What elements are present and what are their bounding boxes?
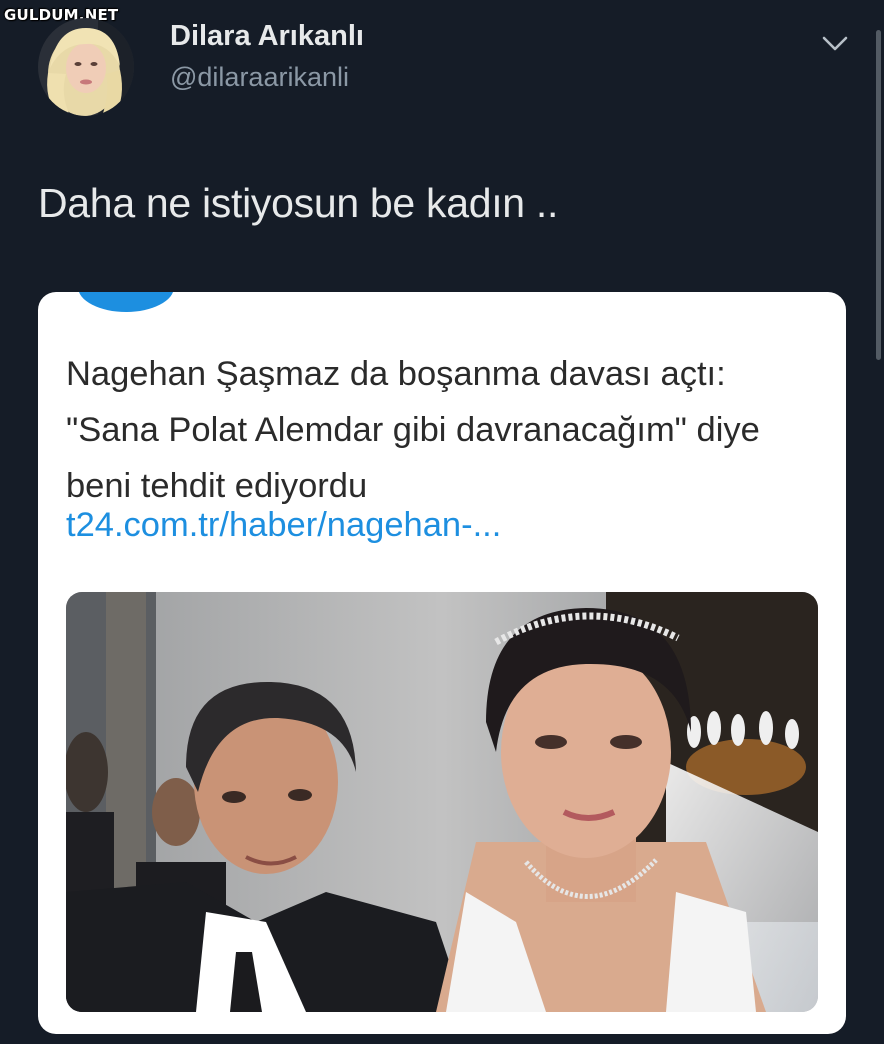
chevron-down-icon[interactable] — [820, 28, 850, 58]
card-link[interactable]: t24.com.tr/haber/nagehan-... — [66, 506, 501, 545]
user-handle[interactable]: @dilaraarikanli — [170, 62, 349, 93]
tweet-text: Daha ne istiyosun be kadın .. — [38, 180, 559, 226]
avatar-image — [38, 18, 134, 116]
card-headline: Nagehan Şaşmaz da boşanma davası açtı: "… — [66, 355, 760, 505]
wedding-photo — [66, 592, 818, 1012]
scrollbar[interactable] — [876, 30, 881, 360]
card-avatar-partial — [78, 292, 174, 312]
card-photo[interactable] — [66, 592, 818, 1012]
quoted-card[interactable]: Nagehan Şaşmaz da boşanma davası açtı: "… — [38, 292, 846, 1034]
avatar[interactable] — [38, 18, 134, 116]
display-name[interactable]: Dilara Arıkanlı — [170, 20, 364, 53]
